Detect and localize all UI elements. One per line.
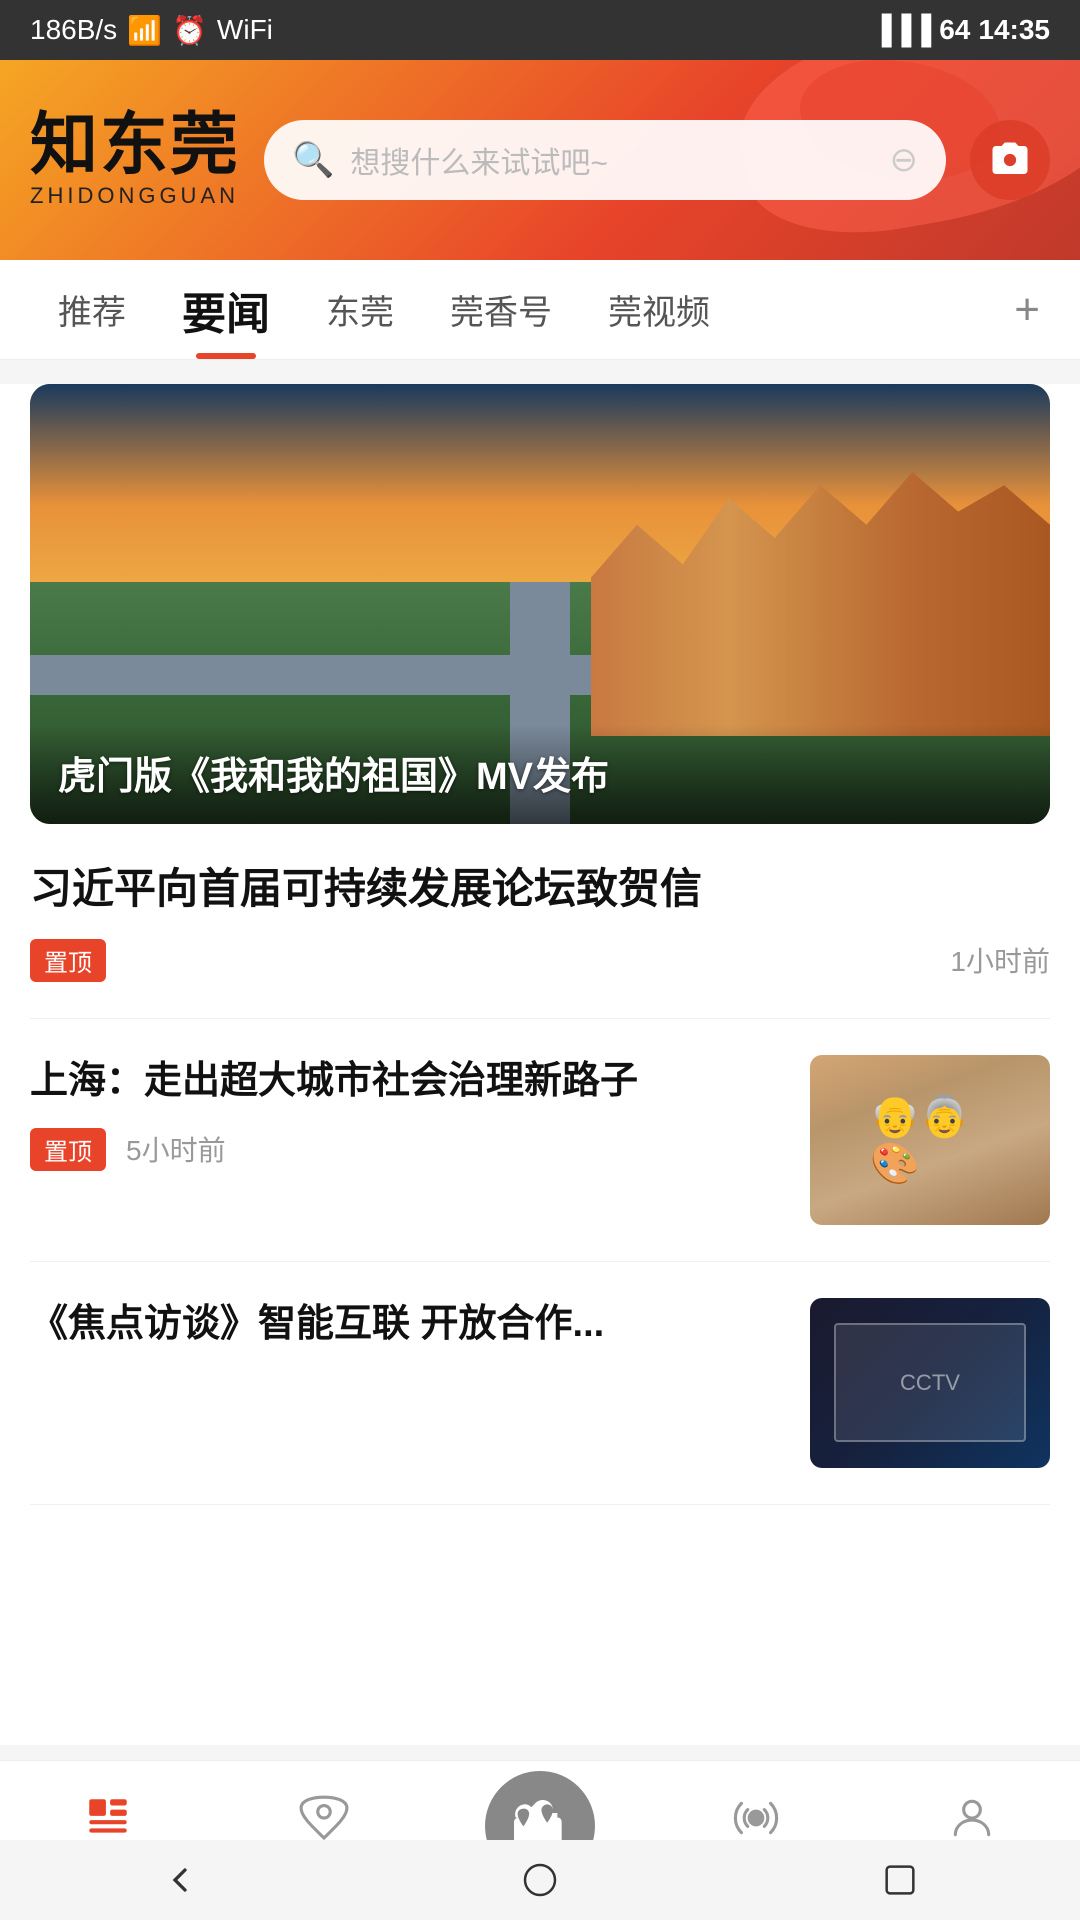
tab-bar: 推荐 要闻 东莞 莞香号 莞视频 + <box>0 260 1080 360</box>
battery-level: 64 <box>939 14 970 46</box>
signal-icon: ▐▐▐ <box>872 14 932 46</box>
home-button[interactable] <box>515 1855 565 1905</box>
news-item[interactable]: 上海：走出超大城市社会治理新路子 置顶 5小时前 <box>30 1019 1050 1262</box>
news-thumbnail <box>810 1055 1050 1225</box>
news-headline: 习近平向首届可持续发展论坛致贺信 <box>30 860 1050 919</box>
news-text: 《焦点访谈》智能互联 开放合作... <box>30 1298 786 1371</box>
news-list: 习近平向首届可持续发展论坛致贺信 置顶 1小时前 上海：走出超大城市社会治理新路… <box>0 824 1080 1505</box>
search-placeholder: 想搜什么来试试吧~ <box>350 138 873 182</box>
camera-button[interactable] <box>970 120 1050 200</box>
search-icon: 🔍 <box>292 140 334 180</box>
profile-nav-icon <box>944 1790 1000 1846</box>
recent-button[interactable] <box>875 1855 925 1905</box>
live-nav-icon <box>728 1790 784 1846</box>
pin-badge: 置顶 <box>30 1128 106 1171</box>
news-time: 5小时前 <box>126 1129 226 1169</box>
back-button[interactable] <box>155 1855 205 1905</box>
tab-dongguan[interactable]: 东莞 <box>298 260 422 359</box>
tab-mxh[interactable]: 莞香号 <box>422 260 580 359</box>
discover-nav-icon <box>296 1790 352 1846</box>
android-nav-bar <box>0 1840 1080 1920</box>
status-bar: 186B/s 📶 ⏰ WiFi ▐▐▐ 64 14:35 <box>0 0 1080 60</box>
hero-title: 虎门版《我和我的祖国》MV发布 <box>58 745 1022 800</box>
news-item[interactable]: 习近平向首届可持续发展论坛致贺信 置顶 1小时前 <box>30 824 1050 1019</box>
wifi-icon: WiFi <box>217 14 273 46</box>
news-headline: 《焦点访谈》智能互联 开放合作... <box>30 1298 786 1351</box>
logo-text: 知东莞 <box>30 111 240 179</box>
header: 知东莞 ZHIDONGGUAN 🔍 想搜什么来试试吧~ ⊖ <box>0 60 1080 260</box>
hero-image: 虎门版《我和我的祖国》MV发布 <box>30 384 1050 824</box>
tab-add-button[interactable]: + <box>1004 285 1050 335</box>
news-time: 1小时前 <box>950 940 1050 980</box>
pin-badge: 置顶 <box>30 939 106 982</box>
search-bar[interactable]: 🔍 想搜什么来试试吧~ ⊖ <box>264 120 946 200</box>
sim-icon: 📶 <box>127 14 162 47</box>
news-thumbnail: CCTV <box>810 1298 1050 1468</box>
status-left: 186B/s 📶 ⏰ WiFi <box>30 14 273 47</box>
news-meta: 置顶 1小时前 <box>30 939 1050 982</box>
news-meta: 置顶 5小时前 <box>30 1128 786 1171</box>
alarm-icon: ⏰ <box>172 14 207 47</box>
search-clear-icon: ⊖ <box>890 140 919 180</box>
logo-pinyin: ZHIDONGGUAN <box>30 183 240 209</box>
news-text: 上海：走出超大城市社会治理新路子 置顶 5小时前 <box>30 1055 786 1171</box>
tab-tuijian[interactable]: 推荐 <box>30 260 154 359</box>
news-nav-icon <box>80 1790 136 1846</box>
news-headline: 上海：走出超大城市社会治理新路子 <box>30 1055 786 1108</box>
network-speed: 186B/s <box>30 14 117 46</box>
time-display: 14:35 <box>978 14 1050 46</box>
status-right: ▐▐▐ 64 14:35 <box>872 14 1050 46</box>
main-content: 虎门版《我和我的祖国》MV发布 习近平向首届可持续发展论坛致贺信 置顶 1小时前… <box>0 384 1080 1745</box>
hero-article-card[interactable]: 虎门版《我和我的祖国》MV发布 <box>30 384 1050 824</box>
camera-icon <box>989 139 1031 181</box>
logo[interactable]: 知东莞 ZHIDONGGUAN <box>30 111 240 209</box>
tab-msp[interactable]: 莞视频 <box>580 260 738 359</box>
tab-yaow[interactable]: 要闻 <box>154 260 298 359</box>
news-item[interactable]: 《焦点访谈》智能互联 开放合作... CCTV <box>30 1262 1050 1505</box>
